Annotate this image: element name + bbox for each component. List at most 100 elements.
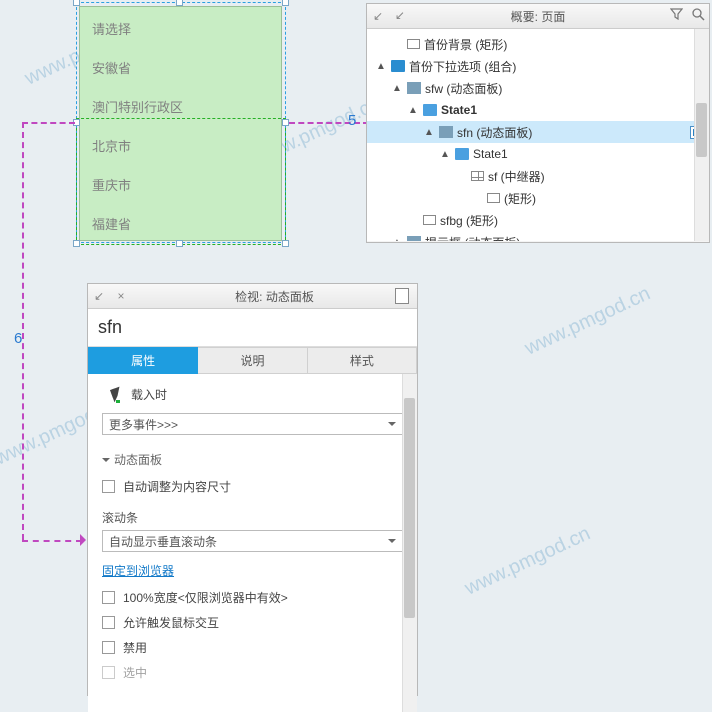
section-dynamic-panel[interactable]: 动态面板 (102, 451, 403, 468)
list-item[interactable]: 澳门特别行政区 (80, 87, 281, 126)
list-item[interactable]: 北京市 (80, 126, 281, 165)
tree-row-label: sfbg (矩形) (440, 212, 703, 229)
checkbox[interactable] (102, 666, 115, 679)
list-item[interactable]: 安徽省 (80, 48, 281, 87)
event-onload-row[interactable]: 载入时 (102, 382, 403, 413)
tree-row-label: State1 (473, 147, 703, 161)
tree-twisty-icon[interactable]: ▲ (375, 61, 387, 72)
tree-row[interactable]: (矩形) (367, 187, 709, 209)
tree-row-label: (矩形) (504, 190, 703, 207)
auto-fit-label: 自动调整为内容尺寸 (123, 478, 231, 495)
tab-style[interactable]: 样式 (308, 347, 417, 374)
pin-to-browser-link[interactable]: 固定到浏览器 (102, 562, 403, 579)
search-icon[interactable] (687, 8, 709, 24)
panelic-icon (407, 82, 421, 94)
disabled-label: 禁用 (123, 639, 147, 656)
more-events-label: 更多事件>>> (109, 416, 178, 433)
panelic-icon (407, 236, 421, 241)
resize-handle[interactable] (176, 0, 183, 6)
scrollbar-dropdown[interactable]: 自动显示垂直滚动条 (102, 530, 403, 552)
tree-twisty-icon[interactable]: ▲ (391, 83, 403, 94)
outline-panel: ↙ ↗ 概要: 页面 首份背景 (矩形) ▲ 首份下拉选项 (组合) ▲ sfw (动态… (366, 3, 710, 243)
tree-row-label: 首份下拉选项 (组合) (409, 58, 703, 75)
auto-fit-checkbox-row[interactable]: 自动调整为内容尺寸 (102, 474, 403, 499)
resize-handle[interactable] (282, 0, 289, 6)
tree-twisty-icon[interactable]: ▲ (391, 237, 403, 242)
list-item[interactable]: 福建省 (80, 204, 281, 243)
scroll-thumb[interactable] (696, 103, 707, 157)
tree-row[interactable]: sfbg (矩形) (367, 209, 709, 231)
scrollbar[interactable] (694, 29, 709, 241)
connector-line (22, 540, 82, 542)
expand-icon[interactable]: ↗ (389, 9, 411, 23)
canvas-element-dropdown[interactable]: 请选择 安徽省 澳门特别行政区 北京市 重庆市 福建省 (79, 6, 282, 241)
watermark: www.pmgod.cn (461, 522, 594, 600)
resize-handle[interactable] (282, 240, 289, 247)
outline-title: 概要: 页面 (411, 8, 665, 25)
tree-row[interactable]: ▲ 提示框 (动态面板) (367, 231, 709, 241)
rect-icon (423, 215, 436, 225)
allow-mouse-label: 允许触发鼠标交互 (123, 614, 219, 631)
tree-row-label: sfw (动态面板) (425, 80, 703, 97)
tree-twisty-icon[interactable]: ▲ (407, 105, 419, 116)
tree-row-label: State1 (441, 103, 703, 117)
tree-twisty-icon[interactable]: ▲ (439, 149, 451, 160)
annotation-number: 5 (348, 112, 356, 129)
inspector-tabs: 属性 说明 样式 (88, 347, 417, 374)
collapse-icon[interactable]: ↙ (88, 289, 110, 303)
tree-row[interactable]: ▲ 首份下拉选项 (组合) (367, 55, 709, 77)
scrollbar-label: 滚动条 (102, 509, 403, 526)
selected-label: 选中 (123, 664, 147, 681)
folder-icon (391, 60, 405, 72)
checkbox[interactable] (102, 641, 115, 654)
inspector-body: 载入时 更多事件>>> 动态面板 自动调整为内容尺寸 滚动条 自动显示垂直滚动条… (88, 374, 417, 712)
list-item[interactable]: 重庆市 (80, 165, 281, 204)
widget-name-input[interactable]: sfn (88, 309, 417, 347)
disabled-checkbox-row[interactable]: 禁用 (102, 635, 403, 660)
resize-handle[interactable] (176, 240, 183, 247)
collapse-icon[interactable]: ↙ (367, 9, 389, 23)
watermark: www.pmgod.cn (521, 282, 654, 360)
selected-checkbox-row[interactable]: 选中 (102, 660, 403, 685)
tab-notes[interactable]: 说明 (198, 347, 307, 374)
inspector-panel: ↙ × 检视: 动态面板 sfn 属性 说明 样式 载入时 更多事件>>> 动态… (87, 283, 418, 696)
tree-row[interactable]: ▲ sfw (动态面板) (367, 77, 709, 99)
tab-properties[interactable]: 属性 (88, 347, 198, 374)
tree-row[interactable]: 首份背景 (矩形) (367, 33, 709, 55)
tree-row[interactable]: sf (中继器) (367, 165, 709, 187)
tree-row[interactable]: ▲ State1 (367, 143, 709, 165)
filter-icon[interactable] (665, 8, 687, 24)
tree-row[interactable]: ▲ State1 (367, 99, 709, 121)
resize-handle[interactable] (73, 240, 80, 247)
checkbox[interactable] (102, 480, 115, 493)
outline-header: ↙ ↗ 概要: 页面 (367, 4, 709, 29)
tree-row-label: 首份背景 (矩形) (424, 36, 703, 53)
event-onload-label: 载入时 (131, 386, 167, 403)
state-icon (423, 104, 437, 116)
connector-line (22, 122, 75, 124)
inspector-header: ↙ × 检视: 动态面板 (88, 284, 417, 309)
allow-mouse-checkbox-row[interactable]: 允许触发鼠标交互 (102, 610, 403, 635)
width100-label: 100%宽度<仅限浏览器中有效> (123, 589, 288, 606)
resize-handle[interactable] (73, 0, 80, 6)
tree-row-label: 提示框 (动态面板) (425, 234, 703, 242)
width100-checkbox-row[interactable]: 100%宽度<仅限浏览器中有效> (102, 585, 403, 610)
panelic-icon (439, 126, 453, 138)
resize-handle[interactable] (282, 119, 289, 126)
list-item[interactable]: 请选择 (80, 9, 281, 48)
more-events-dropdown[interactable]: 更多事件>>> (102, 413, 403, 435)
tree-row[interactable]: ▲sfn (动态面板) (367, 121, 709, 143)
annotation-number: 6 (14, 330, 22, 347)
scroll-thumb[interactable] (404, 398, 415, 618)
state-icon (455, 148, 469, 160)
scrollbar-value: 自动显示垂直滚动条 (109, 533, 217, 550)
checkbox[interactable] (102, 591, 115, 604)
rect-icon (487, 193, 500, 203)
tree-row-label: sf (中继器) (488, 168, 703, 185)
tree-twisty-icon[interactable]: ▲ (423, 127, 435, 138)
close-icon[interactable]: × (110, 289, 132, 303)
document-icon[interactable] (395, 288, 409, 304)
scrollbar[interactable] (402, 374, 417, 712)
checkbox[interactable] (102, 616, 115, 629)
cursor-icon (110, 388, 123, 402)
